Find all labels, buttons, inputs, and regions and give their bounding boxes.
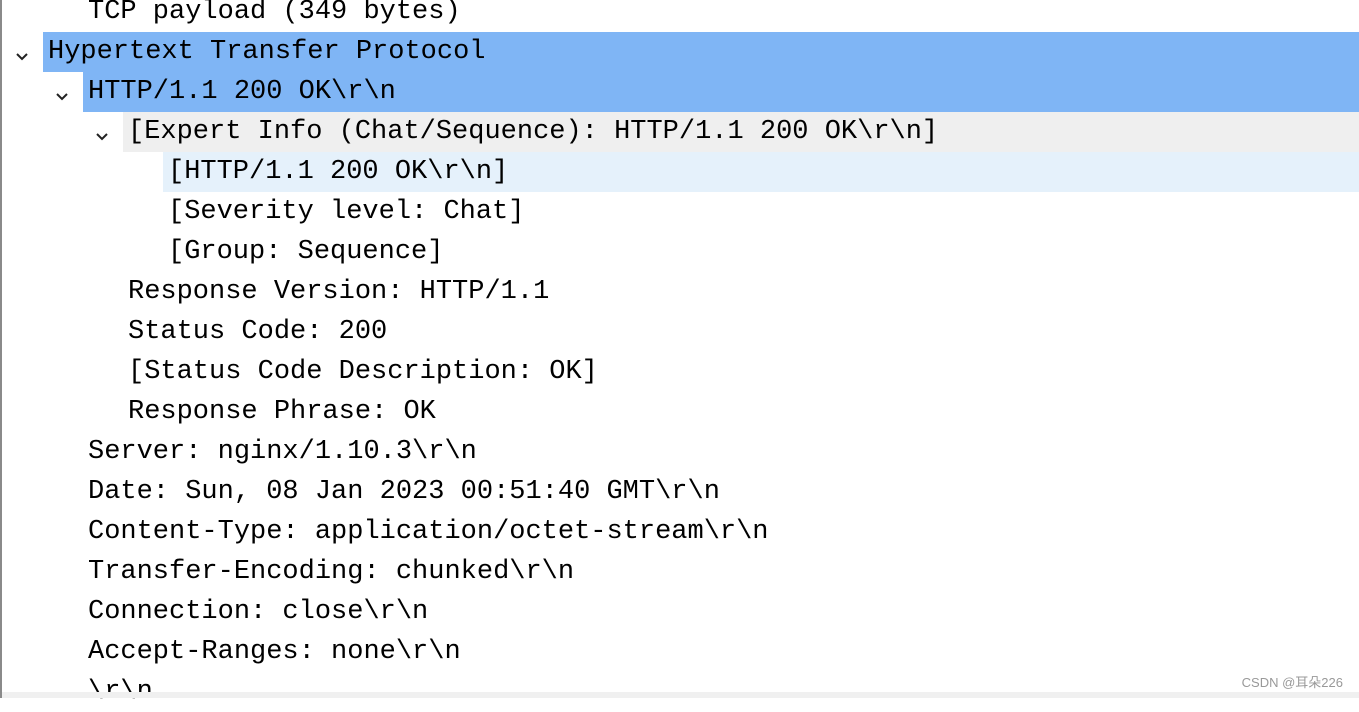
tree-row-label: Hypertext Transfer Protocol	[48, 37, 486, 67]
tree-row-label: Response Version: HTTP/1.1	[128, 277, 550, 307]
tree-row-label: Content-Type: application/octet-stream\r…	[88, 517, 769, 547]
tree-row[interactable]: [Status Code Description: OK]	[0, 352, 1359, 392]
tree-row-label: Status Code: 200	[128, 317, 388, 347]
tree-row[interactable]: Server: nginx/1.10.3\r\n	[0, 432, 1359, 472]
tree-row[interactable]: Date: Sun, 08 Jan 2023 00:51:40 GMT\r\n	[0, 472, 1359, 512]
tree-row[interactable]: Accept-Ranges: none\r\n	[0, 632, 1359, 672]
tree-row-label: Server: nginx/1.10.3\r\n	[88, 437, 477, 467]
tree-row-label: Transfer-Encoding: chunked\r\n	[88, 557, 575, 587]
tree-row[interactable]: [Severity level: Chat]	[0, 192, 1359, 232]
tree-row-label: Date: Sun, 08 Jan 2023 00:51:40 GMT\r\n	[88, 477, 720, 507]
tree-row[interactable]: Status Code: 200	[0, 312, 1359, 352]
tree-row-label: [Status Code Description: OK]	[128, 357, 598, 387]
tree-row[interactable]: Content-Type: application/octet-stream\r…	[0, 512, 1359, 552]
tree-row[interactable]: HTTP/1.1 200 OK\r\n	[0, 72, 1359, 112]
tree-row[interactable]: [HTTP/1.1 200 OK\r\n]	[0, 152, 1359, 192]
tree-row[interactable]: Connection: close\r\n	[0, 592, 1359, 632]
tree-row[interactable]: Response Version: HTTP/1.1	[0, 272, 1359, 312]
tree-row[interactable]: TCP payload (349 bytes)	[0, 0, 1359, 32]
tree-row-label: Connection: close\r\n	[88, 597, 429, 627]
chevron-down-icon[interactable]	[14, 44, 30, 61]
tree-row-label: [HTTP/1.1 200 OK\r\n]	[168, 157, 509, 187]
horizontal-scrollbar-track[interactable]	[2, 692, 1359, 698]
tree-row-label: Accept-Ranges: none\r\n	[88, 637, 461, 667]
tree-row[interactable]: [Group: Sequence]	[0, 232, 1359, 272]
tree-row-label: [Expert Info (Chat/Sequence): HTTP/1.1 2…	[128, 117, 939, 147]
chevron-down-icon[interactable]	[94, 124, 110, 141]
tree-row[interactable]: [Expert Info (Chat/Sequence): HTTP/1.1 2…	[0, 112, 1359, 152]
tree-row-label: [Group: Sequence]	[168, 237, 444, 267]
tree-row[interactable]: Hypertext Transfer Protocol	[0, 32, 1359, 72]
chevron-down-icon[interactable]	[54, 84, 70, 101]
tree-row-label: TCP payload (349 bytes)	[88, 0, 461, 27]
tree-row[interactable]: Response Phrase: OK	[0, 392, 1359, 432]
tree-row-label: [Severity level: Chat]	[168, 197, 525, 227]
tree-row-label: HTTP/1.1 200 OK\r\n	[88, 77, 396, 107]
tree-row-label: Response Phrase: OK	[128, 397, 436, 427]
tree-row[interactable]: Transfer-Encoding: chunked\r\n	[0, 552, 1359, 592]
watermark: CSDN @耳朵226	[1241, 675, 1343, 690]
